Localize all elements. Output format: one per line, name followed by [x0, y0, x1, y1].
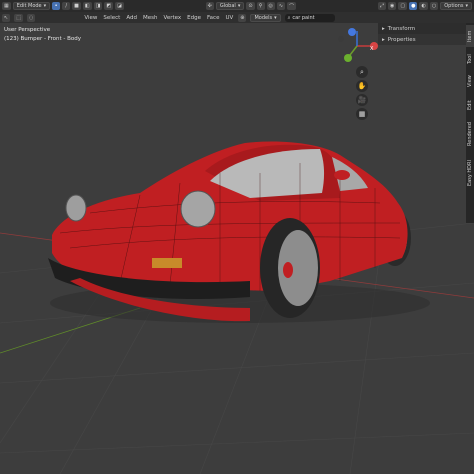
- chevron-right-icon: ▸: [382, 36, 385, 43]
- filter-icon[interactable]: ⊕: [238, 13, 247, 22]
- tab-rendered[interactable]: Rendered: [466, 117, 474, 151]
- search-icon: ⌕: [287, 14, 291, 21]
- orientation-dropdown[interactable]: Global ▾: [215, 2, 245, 10]
- viewport-canvas[interactable]: X: [0, 23, 474, 474]
- mode-label: Edit Mode: [16, 3, 42, 9]
- side-mirror: [334, 170, 350, 180]
- snap-icon[interactable]: ⚲: [256, 2, 265, 10]
- face-select-icon[interactable]: ■: [72, 2, 81, 10]
- editor-type-icon[interactable]: ▦: [2, 2, 11, 10]
- overlays-icon[interactable]: ◉: [387, 2, 397, 10]
- select-mode-extra3-icon[interactable]: ◩: [104, 2, 114, 10]
- grid-icon[interactable]: ▦: [356, 108, 368, 120]
- menu-uv[interactable]: UV: [224, 15, 234, 21]
- panel-transform-label: Transform: [387, 25, 416, 32]
- models-dropdown[interactable]: Models ▾: [250, 13, 281, 22]
- panel-transform[interactable]: ▸ Transform: [378, 23, 466, 34]
- select-mode-extra4-icon[interactable]: ◪: [115, 2, 124, 10]
- tab-easy-hdri[interactable]: Easy HDRI: [466, 155, 474, 191]
- select-box-icon[interactable]: ⬚: [14, 13, 23, 22]
- options-dropdown[interactable]: Options ▾: [440, 2, 473, 10]
- headlight-left: [65, 194, 87, 222]
- menu-vertex[interactable]: Vertex: [162, 15, 182, 21]
- menu-view[interactable]: View: [83, 15, 98, 21]
- search-input[interactable]: ⌕ car paint: [284, 13, 335, 22]
- mode-dropdown[interactable]: Edit Mode ▾: [12, 2, 51, 10]
- sidebar-panel: ▸ Transform ▸ Properties: [378, 23, 466, 45]
- select-mode-extra2-icon[interactable]: ◨: [93, 2, 103, 10]
- menu-add[interactable]: Add: [125, 15, 138, 21]
- camera-icon[interactable]: 🎥: [356, 94, 368, 106]
- chevron-right-icon: ▸: [382, 25, 385, 32]
- menu-mesh[interactable]: Mesh: [142, 15, 158, 21]
- chevron-down-icon: ▾: [274, 14, 277, 21]
- overlay-icon[interactable]: ∿: [276, 2, 286, 10]
- menu-edge[interactable]: Edge: [186, 15, 202, 21]
- vertex-select-icon[interactable]: •: [52, 2, 61, 10]
- shading-material-icon[interactable]: ◐: [419, 2, 428, 10]
- pivot-icon[interactable]: ⊙: [246, 2, 255, 10]
- object-label: (123) Bumper - Front - Body: [4, 36, 82, 42]
- menu-select[interactable]: Select: [102, 15, 121, 21]
- top-toolbar: ▦ Edit Mode ▾ • / ■ ◧ ◨ ◩ ◪ ✣ Global ▾ ⊙…: [0, 0, 474, 12]
- proportional-icon[interactable]: ◎: [266, 2, 275, 10]
- indicator-light: [152, 258, 182, 268]
- search-value: car paint: [292, 14, 315, 21]
- options-label: Options: [444, 3, 464, 9]
- panel-properties[interactable]: ▸ Properties: [378, 34, 466, 45]
- chevron-down-icon: ▾: [237, 3, 241, 9]
- falloff-icon[interactable]: ⌒: [287, 2, 297, 10]
- edge-select-icon[interactable]: /: [62, 2, 71, 10]
- svg-text:X: X: [370, 46, 374, 52]
- tab-view[interactable]: View: [466, 71, 474, 91]
- models-label: Models: [254, 14, 273, 21]
- cursor-tool-icon[interactable]: ↖: [2, 13, 11, 22]
- xray-icon[interactable]: ▢: [398, 2, 408, 10]
- shading-solid-icon[interactable]: ●: [409, 2, 418, 10]
- headlight-right: [180, 190, 216, 228]
- perspective-label: User Perspective: [4, 27, 51, 33]
- select-mode-extra-icon[interactable]: ◧: [82, 2, 92, 10]
- tab-tool[interactable]: Tool: [466, 49, 474, 69]
- tab-item[interactable]: Item: [466, 25, 474, 47]
- hand-icon[interactable]: ✋: [356, 80, 368, 92]
- zoom-icon[interactable]: ⌕: [356, 66, 368, 78]
- panel-properties-label: Properties: [387, 36, 416, 43]
- orientation-icon[interactable]: ✣: [205, 2, 214, 10]
- sidebar-tabs: Item Tool View Edit Rendered Easy HDRI: [466, 23, 474, 223]
- select-circle-icon[interactable]: ◌: [26, 13, 36, 22]
- menu-face[interactable]: Face: [206, 15, 220, 21]
- tab-edit[interactable]: Edit: [466, 95, 474, 115]
- orientation-label: Global: [219, 3, 236, 9]
- chevron-down-icon: ▾: [43, 3, 47, 9]
- chevron-down-icon: ▾: [465, 3, 469, 9]
- header-menubar: ↖ ⬚ ◌ View Select Add Mesh Vertex Edge F…: [0, 12, 474, 23]
- shading-rendered-icon[interactable]: ○: [429, 2, 439, 10]
- transform-gizmo-icon[interactable]: ⤢: [377, 2, 386, 10]
